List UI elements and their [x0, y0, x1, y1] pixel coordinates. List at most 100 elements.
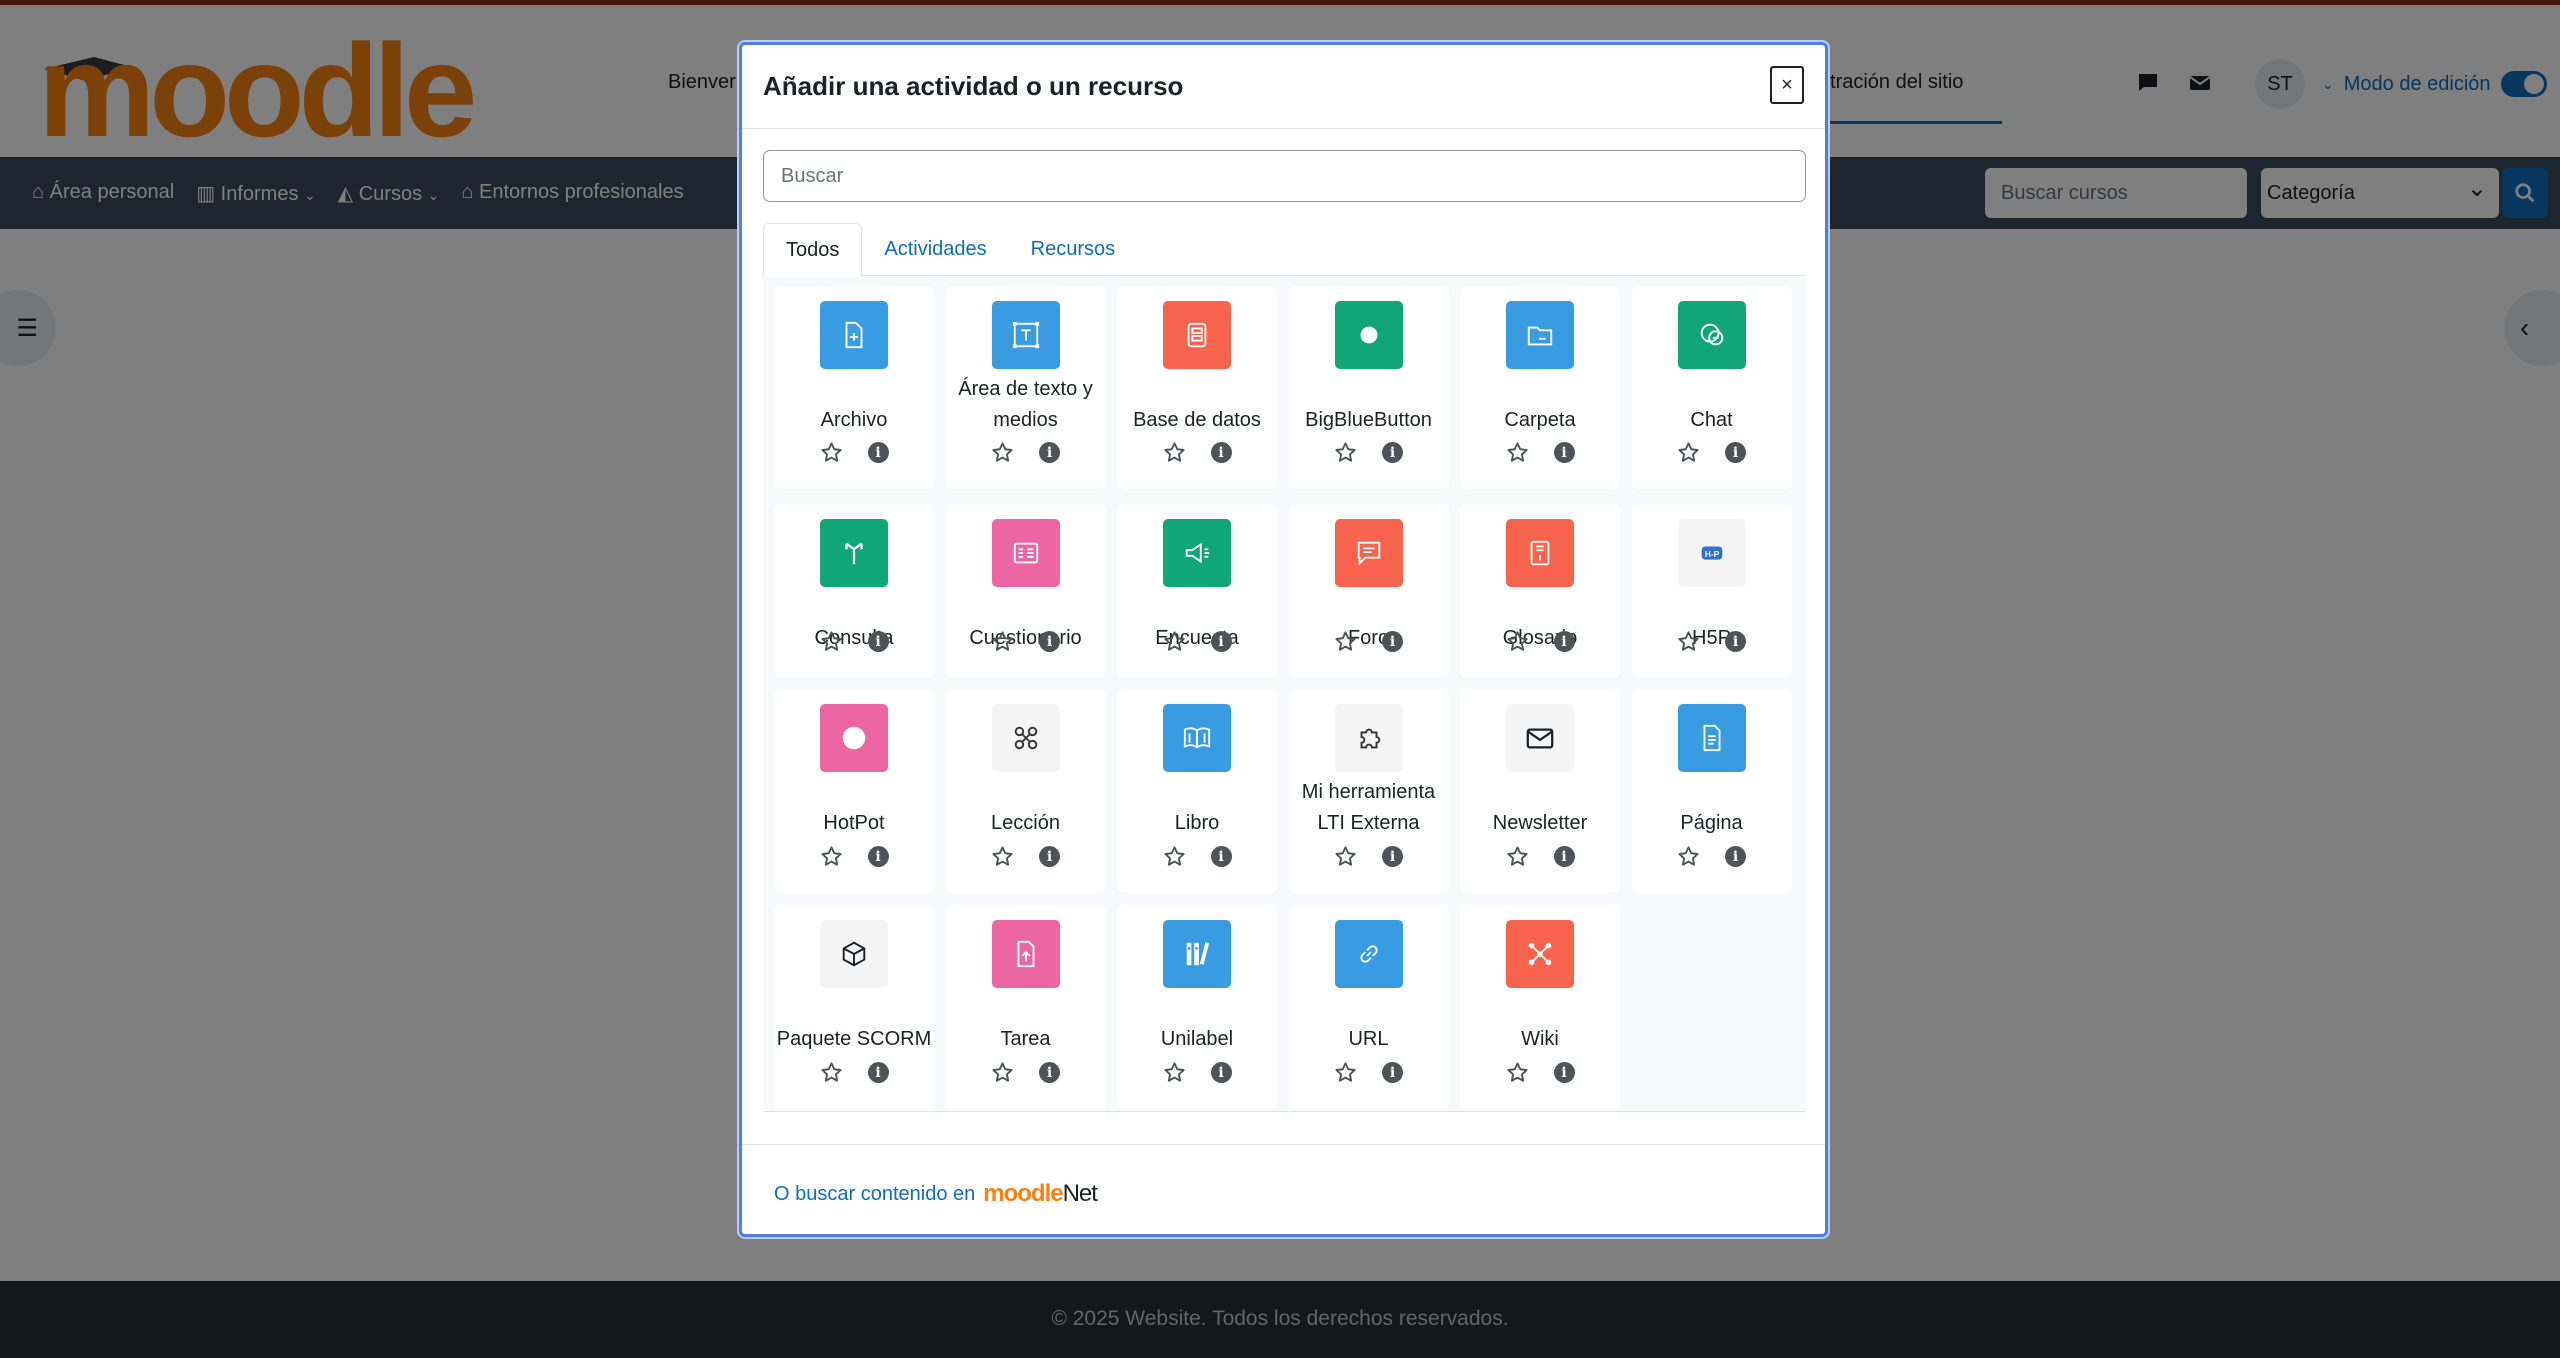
- star-icon[interactable]: [1334, 441, 1357, 464]
- info-icon[interactable]: i: [1039, 846, 1060, 867]
- quiz-icon: [991, 519, 1060, 587]
- activity-card[interactable]: Lección i: [945, 689, 1106, 893]
- info-icon[interactable]: i: [867, 1062, 889, 1083]
- star-icon[interactable]: [1506, 630, 1529, 653]
- activity-name: Carpeta: [1504, 409, 1576, 431]
- star-icon[interactable]: [1506, 441, 1529, 464]
- info-icon[interactable]: i: [1210, 1062, 1232, 1083]
- star-icon[interactable]: [820, 1061, 843, 1084]
- star-icon[interactable]: [991, 630, 1014, 653]
- activity-card[interactable]: Foro i: [1288, 504, 1449, 678]
- moodlenet-logo-part-a: moodle: [983, 1180, 1063, 1207]
- activity-card[interactable]: Glosario i: [1460, 504, 1620, 678]
- activity-search-input[interactable]: [764, 151, 1805, 201]
- activity-card[interactable]: Base de datos i: [1117, 286, 1277, 489]
- info-icon[interactable]: i: [1210, 442, 1232, 463]
- activity-card[interactable]: Archivo i: [774, 286, 934, 489]
- star-icon[interactable]: [820, 441, 843, 464]
- info-icon[interactable]: i: [867, 631, 889, 652]
- info-icon[interactable]: i: [1382, 1062, 1403, 1083]
- star-icon[interactable]: [991, 1061, 1014, 1084]
- info-icon[interactable]: i: [867, 442, 889, 463]
- star-icon[interactable]: [1334, 1061, 1357, 1084]
- activity-card[interactable]: HotPot i: [774, 689, 934, 893]
- chooser-tabs: Todos Actividades Recursos: [763, 223, 1806, 277]
- info-icon[interactable]: i: [1725, 846, 1746, 867]
- info-icon[interactable]: i: [1553, 442, 1575, 463]
- info-icon[interactable]: i: [1382, 846, 1403, 867]
- star-icon[interactable]: [1334, 630, 1357, 653]
- activity-card[interactable]: Encuesta i: [1117, 504, 1277, 678]
- text-media-icon: [991, 301, 1060, 369]
- activity-card[interactable]: BigBlueButton i: [1288, 286, 1449, 489]
- activity-card[interactable]: Unilabel i: [1117, 905, 1277, 1109]
- tab-recursos[interactable]: Recursos: [1009, 223, 1137, 276]
- activity-card[interactable]: URL i: [1288, 905, 1449, 1109]
- activity-card[interactable]: Área de texto y medios i: [945, 286, 1106, 489]
- star-icon[interactable]: [1163, 441, 1186, 464]
- folder-icon: [1506, 301, 1574, 369]
- activity-grid-area: Archivo i Área de texto y medios i Base de d…: [763, 277, 1806, 1112]
- info-icon[interactable]: i: [867, 846, 889, 867]
- activity-name: Libro: [1174, 812, 1220, 834]
- lesson-icon: [991, 704, 1060, 772]
- wiki-icon: [1506, 920, 1574, 988]
- info-icon[interactable]: i: [1553, 1062, 1575, 1083]
- star-icon[interactable]: [1677, 630, 1700, 653]
- star-icon[interactable]: [991, 845, 1014, 868]
- star-icon[interactable]: [1677, 441, 1700, 464]
- star-icon[interactable]: [1334, 845, 1357, 868]
- activity-search-field: [763, 150, 1806, 202]
- activity-card[interactable]: Wiki i: [1460, 905, 1620, 1109]
- star-icon[interactable]: [1163, 630, 1186, 653]
- star-icon[interactable]: [1677, 845, 1700, 868]
- info-icon[interactable]: i: [1553, 631, 1575, 652]
- info-icon[interactable]: i: [1039, 631, 1060, 652]
- package-icon: [820, 920, 888, 988]
- activity-card[interactable]: Chat i: [1631, 286, 1792, 489]
- info-icon[interactable]: i: [1039, 1062, 1060, 1083]
- activity-card[interactable]: Paquete SCORM i: [774, 905, 934, 1109]
- assignment-icon: [991, 920, 1060, 988]
- moodlenet-link[interactable]: O buscar contenido en moodleNet: [774, 1180, 1098, 1208]
- activity-card[interactable]: Consulta i: [774, 504, 934, 678]
- activity-card[interactable]: Carpeta i: [1460, 286, 1620, 489]
- info-icon[interactable]: i: [1210, 846, 1232, 867]
- info-icon[interactable]: i: [1382, 631, 1403, 652]
- close-button[interactable]: ×: [1770, 66, 1804, 104]
- info-icon[interactable]: i: [1725, 631, 1746, 652]
- tab-todos[interactable]: Todos: [763, 223, 863, 277]
- tab-actividades[interactable]: Actividades: [862, 223, 1008, 276]
- info-icon[interactable]: i: [1725, 442, 1746, 463]
- hotpot-icon: [820, 704, 888, 772]
- activity-name: HotPot: [823, 812, 885, 834]
- star-icon[interactable]: [1506, 1061, 1529, 1084]
- activity-card[interactable]: Página i: [1631, 689, 1792, 893]
- star-icon[interactable]: [1163, 845, 1186, 868]
- activity-card[interactable]: Newsletter i: [1460, 689, 1620, 893]
- star-icon[interactable]: [1163, 1061, 1186, 1084]
- star-icon[interactable]: [991, 441, 1014, 464]
- moodlenet-logo-part-b: Net: [1062, 1180, 1098, 1207]
- activity-name: Archivo: [820, 409, 888, 431]
- envelope-icon: [1506, 704, 1574, 772]
- activity-name: Wiki: [1521, 1028, 1559, 1050]
- info-icon[interactable]: i: [1210, 631, 1232, 652]
- activity-card[interactable]: Mi herramienta LTI Externa i: [1288, 689, 1449, 893]
- activity-name: BigBlueButton: [1305, 409, 1432, 431]
- star-icon[interactable]: [820, 630, 843, 653]
- add-activity-modal: Añadir una actividad o un recurso × Todo…: [739, 42, 1828, 1237]
- activity-card[interactable]: Tarea i: [945, 905, 1106, 1109]
- chat-icon: [1677, 301, 1746, 369]
- info-icon[interactable]: i: [1382, 442, 1403, 463]
- info-icon[interactable]: i: [1039, 442, 1060, 463]
- activity-name: Chat: [1690, 409, 1733, 431]
- star-icon[interactable]: [1506, 845, 1529, 868]
- star-icon[interactable]: [820, 845, 843, 868]
- info-icon[interactable]: i: [1553, 846, 1575, 867]
- activity-card[interactable]: H-P H5P i: [1631, 504, 1792, 678]
- activity-card[interactable]: Libro i: [1117, 689, 1277, 893]
- activity-card[interactable]: Cuestionario i: [945, 504, 1106, 678]
- modal-title: Añadir una actividad o un recurso: [763, 71, 1184, 101]
- activity-name: Página: [1680, 812, 1743, 834]
